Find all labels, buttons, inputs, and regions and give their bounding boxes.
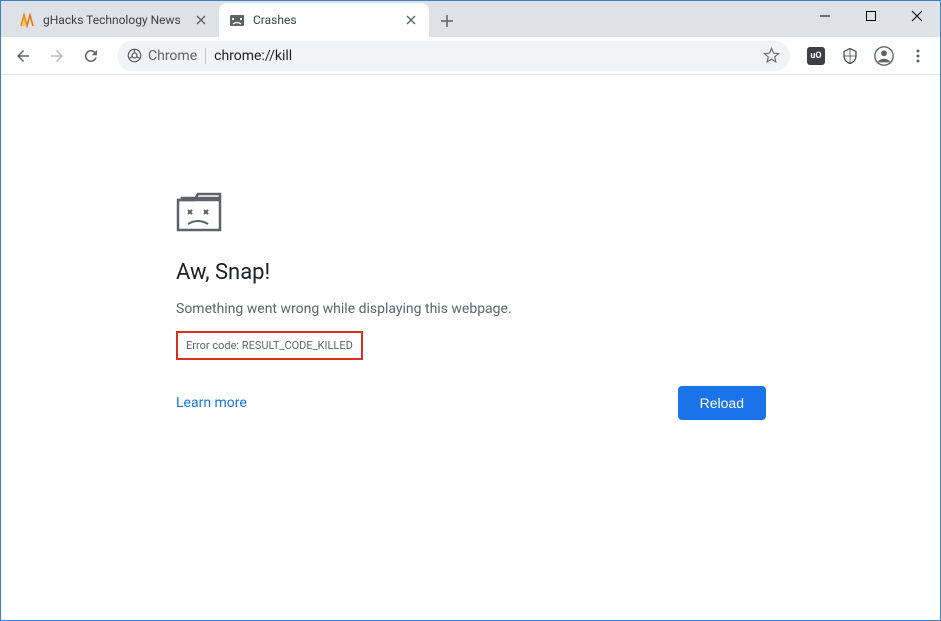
extension-ublock-icon[interactable]: uO — [800, 40, 832, 72]
forward-button[interactable] — [41, 40, 73, 72]
tab-crashes[interactable]: Crashes — [219, 3, 429, 37]
chrome-icon — [127, 48, 142, 63]
omnibox-url: chrome://kill — [214, 48, 755, 64]
omnibox-chip: Chrome — [127, 48, 206, 64]
extension-shield-icon[interactable] — [834, 40, 866, 72]
close-icon[interactable] — [193, 12, 209, 28]
sad-folder-icon — [176, 190, 766, 234]
tabs: gHacks Technology News Crashes — [1, 3, 802, 37]
window-close-button[interactable] — [894, 1, 940, 31]
maximize-button[interactable] — [848, 1, 894, 31]
window-controls — [802, 1, 940, 31]
error-message: Something went wrong while displaying th… — [176, 301, 766, 317]
error-page: Aw, Snap! Something went wrong while dis… — [176, 190, 766, 420]
tab-title: gHacks Technology News — [43, 13, 185, 27]
reload-button[interactable] — [75, 40, 107, 72]
back-button[interactable] — [7, 40, 39, 72]
tab-title: Crashes — [253, 13, 395, 27]
error-heading: Aw, Snap! — [176, 260, 766, 285]
toolbar: Chrome chrome://kill uO — [1, 37, 940, 75]
tab-ghacks[interactable]: gHacks Technology News — [9, 3, 219, 37]
titlebar: gHacks Technology News Crashes — [1, 1, 940, 37]
new-tab-button[interactable] — [433, 7, 461, 35]
minimize-button[interactable] — [802, 1, 848, 31]
reload-page-button[interactable]: Reload — [678, 386, 766, 420]
omnibox-chip-label: Chrome — [148, 48, 197, 64]
close-icon[interactable] — [403, 12, 419, 28]
error-code: Error code: RESULT_CODE_KILLED — [176, 331, 363, 360]
omnibox[interactable]: Chrome chrome://kill — [117, 41, 790, 71]
menu-icon[interactable] — [902, 40, 934, 72]
learn-more-link[interactable]: Learn more — [176, 395, 247, 411]
favicon-crashes — [229, 12, 245, 28]
page-content: Aw, Snap! Something went wrong while dis… — [1, 75, 940, 618]
profile-icon[interactable] — [868, 40, 900, 72]
favicon-ghacks — [19, 12, 35, 28]
bookmark-star-icon[interactable] — [763, 47, 780, 64]
